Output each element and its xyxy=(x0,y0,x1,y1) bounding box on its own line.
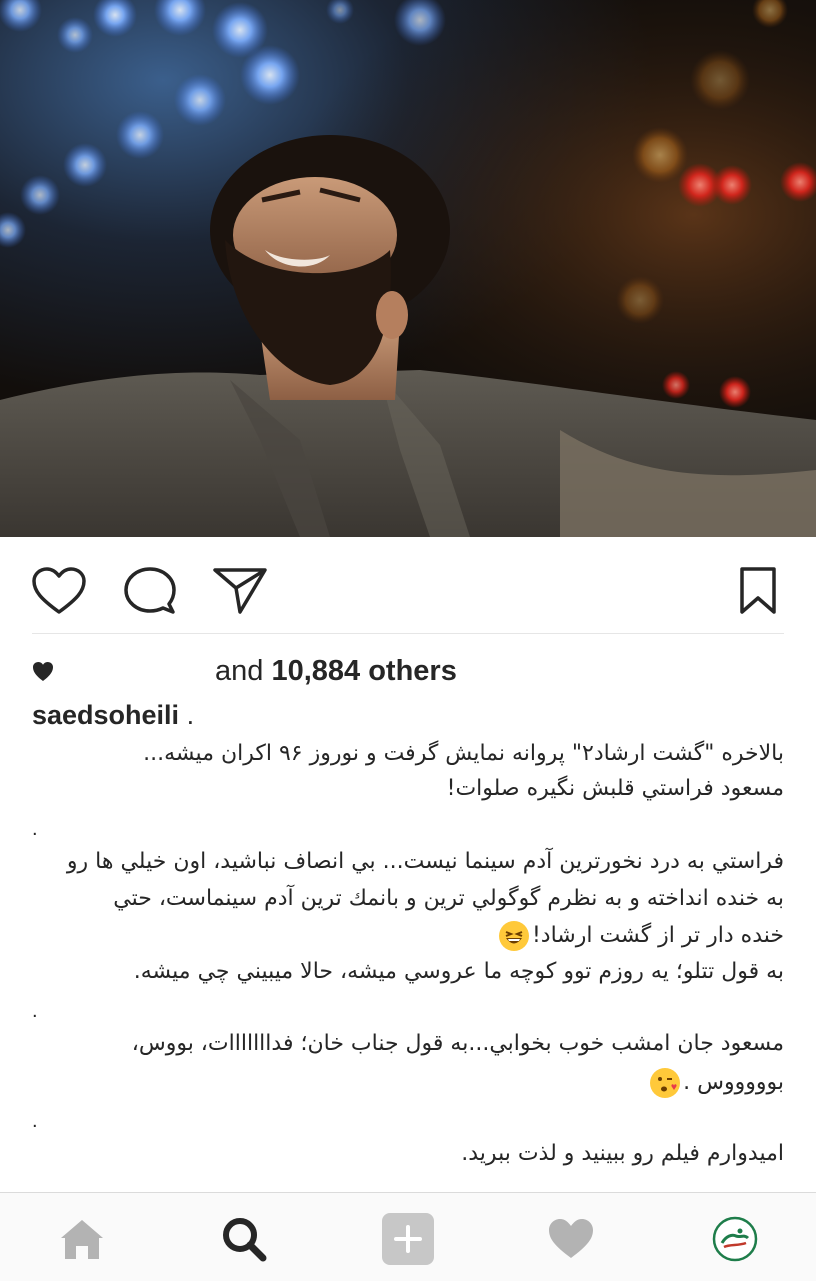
post-action-bar xyxy=(0,545,816,633)
post-author[interactable]: saedsoheili . xyxy=(32,700,194,731)
caption-dot: . xyxy=(32,818,38,840)
profile-avatar xyxy=(712,1216,758,1262)
activity-heart-icon xyxy=(549,1219,593,1258)
save-button[interactable] xyxy=(730,563,786,619)
nav-new-post[interactable] xyxy=(373,1207,443,1271)
search-icon xyxy=(223,1218,267,1262)
username-dot: . xyxy=(186,700,195,730)
caption-text: بوووووس . xyxy=(683,1070,784,1095)
caption-line: بالاخره "گشت ارشاد۲" پروانه نمایش گرفت و… xyxy=(143,741,784,766)
add-post-icon xyxy=(382,1213,434,1265)
comment-bubble-icon xyxy=(124,567,176,614)
like-button[interactable] xyxy=(31,563,87,619)
bottom-navigation xyxy=(0,1192,816,1281)
post-photo[interactable] xyxy=(0,0,816,537)
caption-text: خنده دار تر از گشت ارشاد! xyxy=(531,923,784,948)
nav-activity[interactable] xyxy=(536,1207,606,1271)
caption-dot: . xyxy=(32,1110,38,1132)
caption-dot: . xyxy=(32,1000,38,1022)
action-divider xyxy=(32,633,784,634)
bookmark-icon xyxy=(740,567,776,614)
home-icon xyxy=(61,1220,103,1259)
caption-line: اميدوارم فيلم رو ببينيد و لذت ببريد. xyxy=(461,1141,784,1166)
caption-line: مسعود فراستي قلبش نگيره صلوات! xyxy=(446,776,784,801)
post-photo-image xyxy=(0,0,816,537)
caption-line-with-emoji: بوووووس . xyxy=(32,1068,784,1098)
heart-outline-icon xyxy=(32,567,86,614)
nav-home[interactable] xyxy=(47,1207,117,1271)
username[interactable]: saedsoheili xyxy=(32,700,179,730)
nav-profile[interactable] xyxy=(700,1207,770,1271)
likes-suffix: others xyxy=(368,655,457,687)
likes-row[interactable]: and 10,884 others xyxy=(32,655,792,695)
caption-line: به قول تتلو؛ يه روزم توو کوچه ما عروسي م… xyxy=(133,959,784,984)
caption-line: مسعود جان امشب خوب بخوابي...به قول جناب … xyxy=(131,1031,784,1056)
caption-line: فراستي به درد نخورترين آدم سينما نيست...… xyxy=(66,849,784,874)
send-paper-plane-icon xyxy=(213,568,267,614)
face-blowing-kiss-emoji xyxy=(650,1068,681,1098)
caption-line-with-emoji: خنده دار تر از گشت ارشاد! xyxy=(32,921,784,951)
small-heart-icon xyxy=(33,662,53,681)
likes-prefix: and xyxy=(215,655,264,687)
likes-text[interactable]: and 10,884 others xyxy=(215,655,457,688)
caption-line: به خنده انداخته و به نظرم گوگولي ترين و … xyxy=(113,886,784,911)
share-button[interactable] xyxy=(212,563,268,619)
likes-count: 10,884 xyxy=(271,655,361,687)
grinning-squinting-face-emoji xyxy=(498,921,529,951)
comment-button[interactable] xyxy=(122,563,178,619)
nav-search[interactable] xyxy=(209,1207,279,1271)
